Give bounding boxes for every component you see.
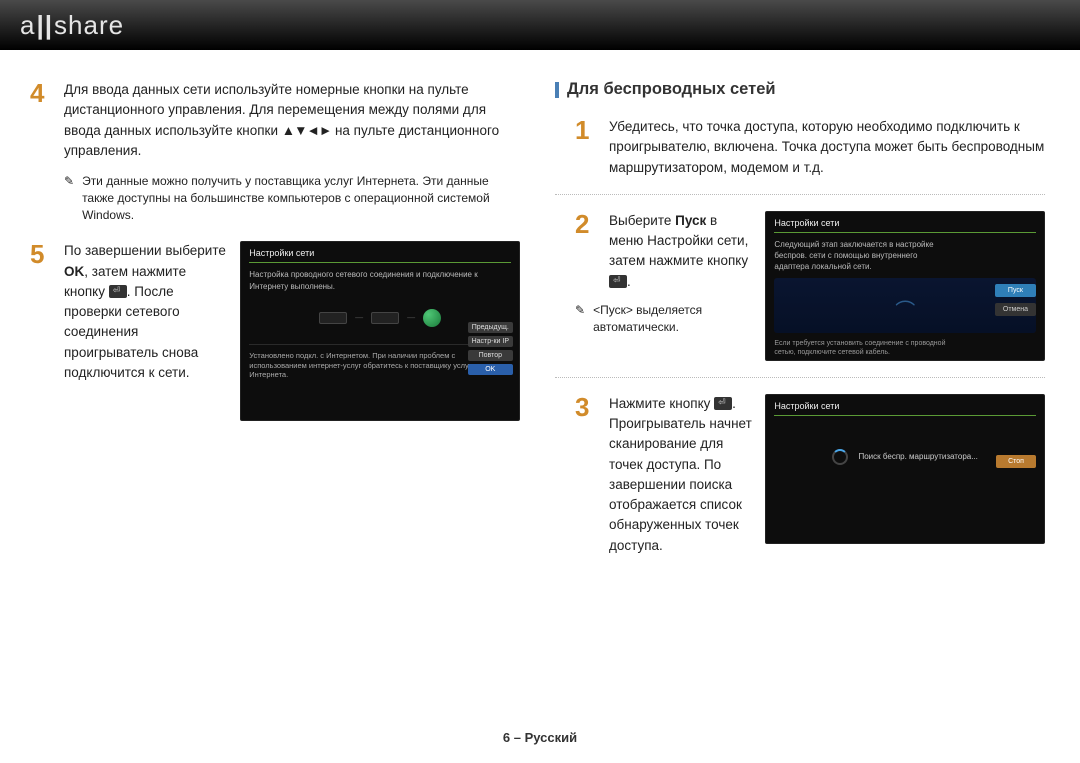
step-number: 3	[575, 394, 597, 556]
ss-line1: Настройка проводного сетевого соединения…	[249, 269, 511, 291]
wifi-icon: ⌒	[895, 294, 915, 323]
step-text: Убедитесь, что точка доступа, которую не…	[609, 117, 1045, 178]
btn-ok[interactable]: OK	[468, 364, 513, 375]
t-a: Нажмите кнопку	[609, 396, 714, 411]
ss-body: Следующий этап заключается в настройке б…	[774, 239, 954, 273]
note-icon: ✎	[575, 302, 585, 336]
link-line: ―	[407, 313, 415, 322]
ss-right-buttons: Стоп	[996, 455, 1036, 468]
page-footer: 6 – Русский	[0, 730, 1080, 745]
arrow-icons: ▲▼◄►	[282, 123, 331, 138]
step-number: 4	[30, 80, 52, 161]
step-text: Выберите Пуск в меню Настройки сети, зат…	[609, 211, 753, 292]
t-bold: Пуск	[675, 213, 706, 228]
t-a: Выберите	[609, 213, 675, 228]
step-text: Нажмите кнопку . Проигрыватель начнет ск…	[609, 394, 753, 556]
note-text: <Пуск> выделяется автоматически.	[593, 302, 753, 336]
ss-title: Настройки сети	[774, 401, 1036, 416]
btn-prev[interactable]: Предыдущ.	[468, 322, 513, 333]
step-number: 2	[575, 211, 597, 292]
logo: a||share	[20, 10, 124, 41]
section-heading: Для беспроводных сетей	[555, 80, 1045, 99]
device-icon	[319, 312, 347, 324]
step-2-note: ✎ <Пуск> выделяется автоматически.	[575, 302, 753, 336]
btn-retry[interactable]: Повтор	[468, 350, 513, 361]
ss-side-buttons: Предыдущ. Настр-ки IP Повтор OK	[468, 322, 513, 375]
step-1: 1 Убедитесь, что точка доступа, которую …	[555, 117, 1045, 178]
ss-foot: Если требуется установить соединение с п…	[774, 339, 954, 357]
screenshot-wireless-start: Настройки сети Следующий этап заключаетс…	[765, 211, 1045, 361]
screenshot-wireless-scan: Настройки сети Поиск беспр. маршрутизато…	[765, 394, 1045, 544]
step-text: Для ввода данных сети используйте номерн…	[64, 80, 520, 161]
note-text: Эти данные можно получить у поставщика у…	[82, 173, 520, 223]
screenshot-wired-done: Настройки сети Настройка проводного сете…	[240, 241, 520, 421]
step-number: 1	[575, 117, 597, 178]
note-icon: ✎	[64, 173, 74, 223]
btn-cancel[interactable]: Отмена	[995, 303, 1036, 316]
link-line: ―	[355, 313, 363, 322]
step-2-row: 2 Выберите Пуск в меню Настройки сети, з…	[555, 211, 1045, 361]
btn-stop[interactable]: Стоп	[996, 455, 1036, 468]
ss-search-text: Поиск беспр. маршрутизатора...	[858, 452, 977, 461]
globe-icon	[423, 309, 441, 327]
t-a: По завершении выберите	[64, 243, 226, 258]
step-5-row: 5 По завершении выберите OK, затем нажми…	[30, 241, 520, 421]
step-3-left: 3 Нажмите кнопку . Проигрыватель начнет …	[575, 394, 753, 556]
step-4: 4 Для ввода данных сети используйте номе…	[30, 80, 520, 161]
t-c: .	[627, 274, 631, 289]
step-text: По завершении выберите OK, затем нажмите…	[64, 241, 228, 383]
header-bar: a||share	[0, 0, 1080, 50]
btn-ip[interactable]: Настр-ки IP	[468, 336, 513, 347]
ss-title: Настройки сети	[774, 218, 1036, 233]
step-3-row: 3 Нажмите кнопку . Проигрыватель начнет …	[555, 394, 1045, 556]
section-title: Для беспроводных сетей	[567, 80, 776, 99]
enter-key-icon	[109, 285, 127, 298]
left-column: 4 Для ввода данных сети используйте номе…	[30, 80, 520, 568]
router-icon	[371, 312, 399, 324]
ss-right-buttons: Пуск Отмена	[995, 284, 1036, 316]
spinner-icon	[832, 449, 848, 465]
step-4-note: ✎ Эти данные можно получить у поставщика…	[64, 173, 520, 223]
t-b: . Проигрыватель начнет сканирование для …	[609, 396, 752, 553]
step-5-left: 5 По завершении выберите OK, затем нажми…	[30, 241, 228, 383]
section-bar-icon	[555, 82, 559, 98]
ss-title: Настройки сети	[249, 248, 511, 263]
page-content: 4 Для ввода данных сети используйте номе…	[0, 50, 1080, 568]
divider	[555, 377, 1045, 378]
btn-start[interactable]: Пуск	[995, 284, 1036, 297]
right-column: Для беспроводных сетей 1 Убедитесь, что …	[555, 80, 1045, 568]
t-bold: OK	[64, 264, 84, 279]
step-2-left: 2 Выберите Пуск в меню Настройки сети, з…	[575, 211, 753, 336]
enter-key-icon	[609, 275, 627, 288]
enter-key-icon	[714, 397, 732, 410]
divider	[555, 194, 1045, 195]
step-number: 5	[30, 241, 52, 383]
